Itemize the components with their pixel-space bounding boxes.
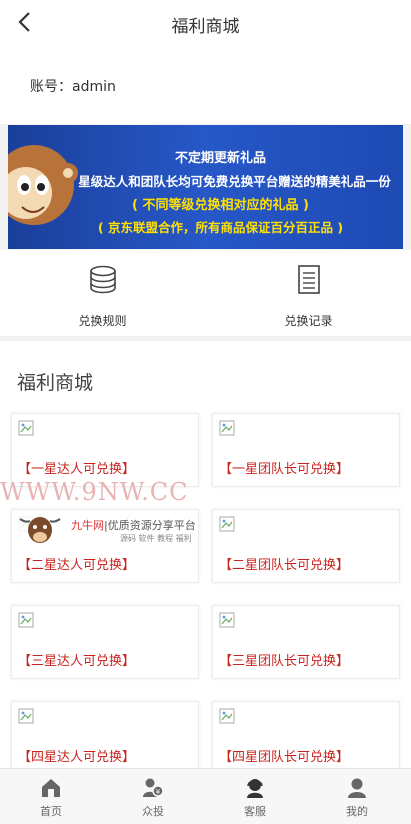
- broken-image-icon: [219, 420, 235, 436]
- tab-home[interactable]: 首页: [0, 769, 102, 824]
- product-label: 【一星团队长可兑换】: [219, 462, 350, 477]
- coin-stack-icon: [89, 265, 116, 294]
- broken-image-icon: [18, 420, 34, 436]
- bottom-tab-bar: 首页 ¥ 众投 客服 我的: [0, 768, 411, 824]
- document-icon: [297, 265, 320, 294]
- page-title: 福利商城: [171, 17, 240, 37]
- product-card[interactable]: 【四星团队长可兑换】: [212, 701, 400, 775]
- exchange-records-button[interactable]: 兑换记录: [206, 250, 411, 336]
- tab-label: 客服: [244, 805, 266, 818]
- tab-label: 首页: [40, 805, 62, 818]
- banner-line-4: ( 京东联盟合作，所有商品保证百分百正品 ): [97, 220, 344, 235]
- product-card[interactable]: 【二星团队长可兑换】: [212, 509, 400, 583]
- svg-text:¥: ¥: [156, 788, 161, 796]
- tab-label: 众投: [142, 805, 164, 818]
- watermark-tags: 源码 软件 教程 福利: [120, 534, 192, 543]
- banner-line-3: ( 不同等级兑换相对应的礼品 ): [132, 198, 309, 213]
- product-label: 【二星达人可兑换】: [18, 558, 136, 573]
- tab-label: 我的: [346, 805, 368, 818]
- product-label: 【四星团队长可兑换】: [219, 750, 350, 765]
- service-icon: [247, 779, 263, 798]
- product-label: 【二星团队长可兑换】: [219, 558, 350, 573]
- action-row: 兑换规则 兑换记录: [0, 250, 411, 336]
- banner-line-1: 不定期更新礼品: [174, 151, 266, 166]
- ox-logo-icon: [19, 517, 61, 543]
- banner-line-2: 星级达人和团队长均可免费兑换平台赠送的精美礼品一份: [78, 174, 391, 189]
- tab-crowdinvest[interactable]: ¥ 众投: [102, 769, 204, 824]
- product-label: 【一星达人可兑换】: [18, 462, 136, 477]
- account-text: 账号：admin: [30, 79, 116, 95]
- user-icon: [348, 778, 366, 798]
- people-icon: ¥: [143, 778, 164, 797]
- product-card[interactable]: 【一星团队长可兑换】: [212, 413, 400, 487]
- tab-mine[interactable]: 我的: [306, 769, 408, 824]
- broken-image-icon: [219, 612, 235, 628]
- product-label: 【三星团队长可兑换】: [219, 654, 350, 669]
- broken-image-icon: [18, 708, 34, 724]
- watermark-site: WWW.9NW.CC: [0, 478, 189, 506]
- watermark-text: 九牛网|优质资源分享平台: [71, 519, 196, 532]
- exchange-rules-button[interactable]: 兑换规则: [0, 250, 205, 336]
- tab-service[interactable]: 客服: [204, 769, 306, 824]
- promo-banner[interactable]: 不定期更新礼品 星级达人和团队长均可免费兑换平台赠送的精美礼品一份 ( 不同等级…: [8, 125, 403, 249]
- broken-image-icon: [18, 612, 34, 628]
- mall-title: 福利商城: [17, 372, 94, 394]
- watermark-logo: 九牛网|优质资源分享平台 源码 软件 教程 福利: [14, 511, 198, 549]
- home-icon: [42, 779, 60, 797]
- account-section: 账号：admin: [0, 46, 411, 124]
- product-card[interactable]: 【一星达人可兑换】: [11, 413, 199, 487]
- exchange-records-label: 兑换记录: [284, 314, 333, 328]
- product-label: 【三星达人可兑换】: [18, 654, 136, 669]
- broken-image-icon: [219, 516, 235, 532]
- product-card[interactable]: 【三星达人可兑换】: [11, 605, 199, 679]
- top-bar: 福利商城: [0, 0, 411, 46]
- exchange-rules-label: 兑换规则: [78, 314, 127, 328]
- product-label: 【四星达人可兑换】: [18, 750, 136, 765]
- broken-image-icon: [219, 708, 235, 724]
- product-card[interactable]: 【三星团队长可兑换】: [212, 605, 400, 679]
- product-card[interactable]: 【四星达人可兑换】: [11, 701, 199, 775]
